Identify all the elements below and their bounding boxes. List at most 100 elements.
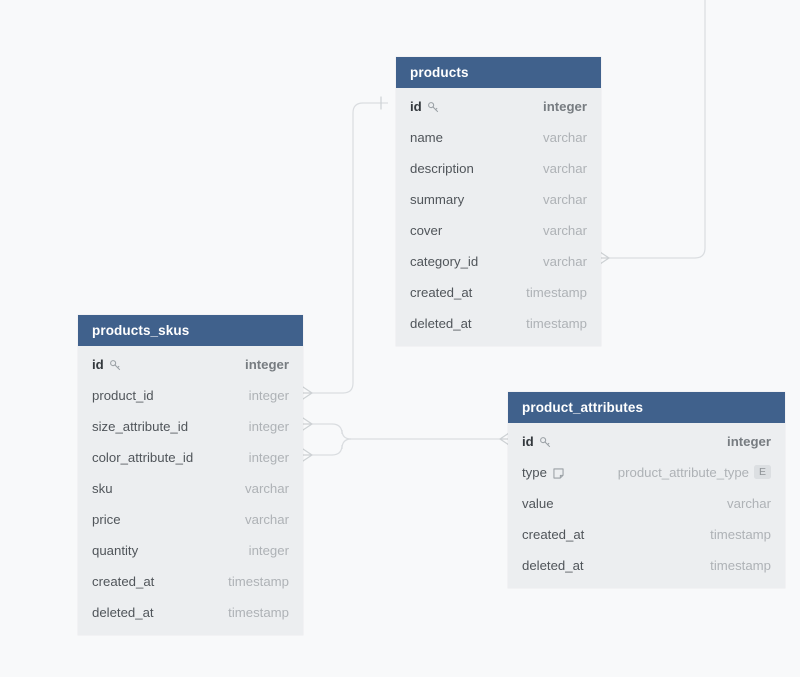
field-name-label: sku xyxy=(92,481,113,496)
field-name-label: deleted_at xyxy=(92,605,154,620)
edge-skus-color-attr xyxy=(312,438,352,456)
field-type-id: integer xyxy=(727,434,771,449)
field-name-label: id xyxy=(522,434,534,449)
field-name-size_attribute_id: size_attribute_id xyxy=(92,419,188,434)
crowfoot-skus-product xyxy=(302,386,313,400)
field-type-summary: varchar xyxy=(543,192,587,207)
er-diagram-canvas[interactable]: products id integer name varchar description v… xyxy=(0,0,800,677)
crowfoot-skus-color xyxy=(302,448,313,462)
field-name-sku: sku xyxy=(92,481,113,496)
field-type-quantity: integer xyxy=(249,543,289,558)
field-name-product_id: product_id xyxy=(92,388,154,403)
field-type-id: integer xyxy=(543,99,587,114)
field-name-label: color_attribute_id xyxy=(92,450,194,465)
field-type-label: timestamp xyxy=(228,605,289,620)
table-header-products[interactable]: products xyxy=(396,57,601,88)
field-name-label: category_id xyxy=(410,254,479,269)
field-name-price: price xyxy=(92,512,121,527)
field-row[interactable]: id integer xyxy=(78,349,303,380)
field-row[interactable]: name varchar xyxy=(396,122,601,153)
field-name-category_id: category_id xyxy=(410,254,478,269)
field-name-id: id xyxy=(410,99,440,114)
field-name-deleted_at: deleted_at xyxy=(522,558,584,573)
field-row[interactable]: quantity integer xyxy=(78,535,303,566)
field-type-label: integer xyxy=(248,419,289,434)
field-type-deleted_at: timestamp xyxy=(228,605,289,620)
field-name-label: type xyxy=(522,465,547,480)
field-row[interactable]: product_id integer xyxy=(78,380,303,411)
field-row[interactable]: category_id varchar xyxy=(396,246,601,277)
key-icon xyxy=(109,359,122,372)
field-type-label: integer xyxy=(248,543,289,558)
field-row[interactable]: price varchar xyxy=(78,504,303,535)
field-row[interactable]: cover varchar xyxy=(396,215,601,246)
field-name-label: deleted_at xyxy=(410,316,472,331)
field-type-label: integer xyxy=(245,357,289,372)
field-name-label: created_at xyxy=(410,285,473,300)
field-row[interactable]: deleted_at timestamp xyxy=(78,597,303,628)
crowfoot-products-category xyxy=(599,251,610,265)
field-type-label: varchar xyxy=(727,496,771,511)
enum-badge: E xyxy=(754,465,771,479)
field-name-label: id xyxy=(410,99,422,114)
field-type-label: varchar xyxy=(245,481,289,496)
field-name-quantity: quantity xyxy=(92,543,138,558)
field-row[interactable]: value varchar xyxy=(508,488,785,519)
field-name-label: quantity xyxy=(92,543,139,558)
field-type-label: integer xyxy=(248,388,289,403)
field-name-label: size_attribute_id xyxy=(92,419,189,434)
table-products[interactable]: products id integer name varchar description v… xyxy=(396,57,601,346)
field-name-created_at: created_at xyxy=(522,527,584,542)
field-row[interactable]: created_at timestamp xyxy=(508,519,785,550)
key-icon xyxy=(427,101,440,114)
field-name-label: name xyxy=(410,130,443,145)
edge-products-category-offscreen xyxy=(609,0,706,259)
field-type-label: timestamp xyxy=(710,558,771,573)
field-row[interactable]: created_at timestamp xyxy=(396,277,601,308)
field-row[interactable]: description varchar xyxy=(396,153,601,184)
field-row[interactable]: color_attribute_id integer xyxy=(78,442,303,473)
field-row[interactable]: sku varchar xyxy=(78,473,303,504)
field-type-value: varchar xyxy=(727,496,771,511)
field-name-label: created_at xyxy=(92,574,155,589)
field-name-label: summary xyxy=(410,192,465,207)
field-name-name: name xyxy=(410,130,443,145)
field-name-label: created_at xyxy=(522,527,585,542)
field-type-color_attribute_id: integer xyxy=(249,450,289,465)
field-row[interactable]: id integer xyxy=(396,91,601,122)
field-type-label: varchar xyxy=(543,192,587,207)
field-row[interactable]: summary varchar xyxy=(396,184,601,215)
table-products_skus[interactable]: products_skus id integer product_id integer s… xyxy=(78,315,303,635)
table-header-product_attributes[interactable]: product_attributes xyxy=(508,392,785,423)
field-name-label: cover xyxy=(410,223,443,238)
field-row[interactable]: size_attribute_id integer xyxy=(78,411,303,442)
field-type-deleted_at: timestamp xyxy=(710,558,771,573)
field-name-id: id xyxy=(92,357,122,372)
field-type-created_at: timestamp xyxy=(228,574,289,589)
field-type-type: product_attribute_type E xyxy=(618,465,771,480)
field-row[interactable]: deleted_at timestamp xyxy=(508,550,785,581)
field-name-summary: summary xyxy=(410,192,464,207)
field-row[interactable]: deleted_at timestamp xyxy=(396,308,601,339)
field-name-label: price xyxy=(92,512,121,527)
field-row[interactable]: id integer xyxy=(508,426,785,457)
field-type-label: timestamp xyxy=(710,527,771,542)
field-type-label: varchar xyxy=(543,223,587,238)
field-name-deleted_at: deleted_at xyxy=(410,316,472,331)
field-name-cover: cover xyxy=(410,223,442,238)
field-type-id: integer xyxy=(245,357,289,372)
field-name-description: description xyxy=(410,161,474,176)
field-type-cover: varchar xyxy=(543,223,587,238)
field-row[interactable]: type product_attribute_type E xyxy=(508,457,785,488)
field-name-color_attribute_id: color_attribute_id xyxy=(92,450,193,465)
field-type-label: varchar xyxy=(543,254,587,269)
field-type-created_at: timestamp xyxy=(710,527,771,542)
field-row[interactable]: created_at timestamp xyxy=(78,566,303,597)
table-header-products_skus[interactable]: products_skus xyxy=(78,315,303,346)
table-product_attributes[interactable]: product_attributesid integer type product_a… xyxy=(508,392,785,588)
field-name-value: value xyxy=(522,496,554,511)
field-type-label: timestamp xyxy=(526,316,587,331)
field-type-label: varchar xyxy=(543,130,587,145)
field-type-label: product_attribute_type xyxy=(617,465,749,480)
field-name-label: value xyxy=(522,496,554,511)
